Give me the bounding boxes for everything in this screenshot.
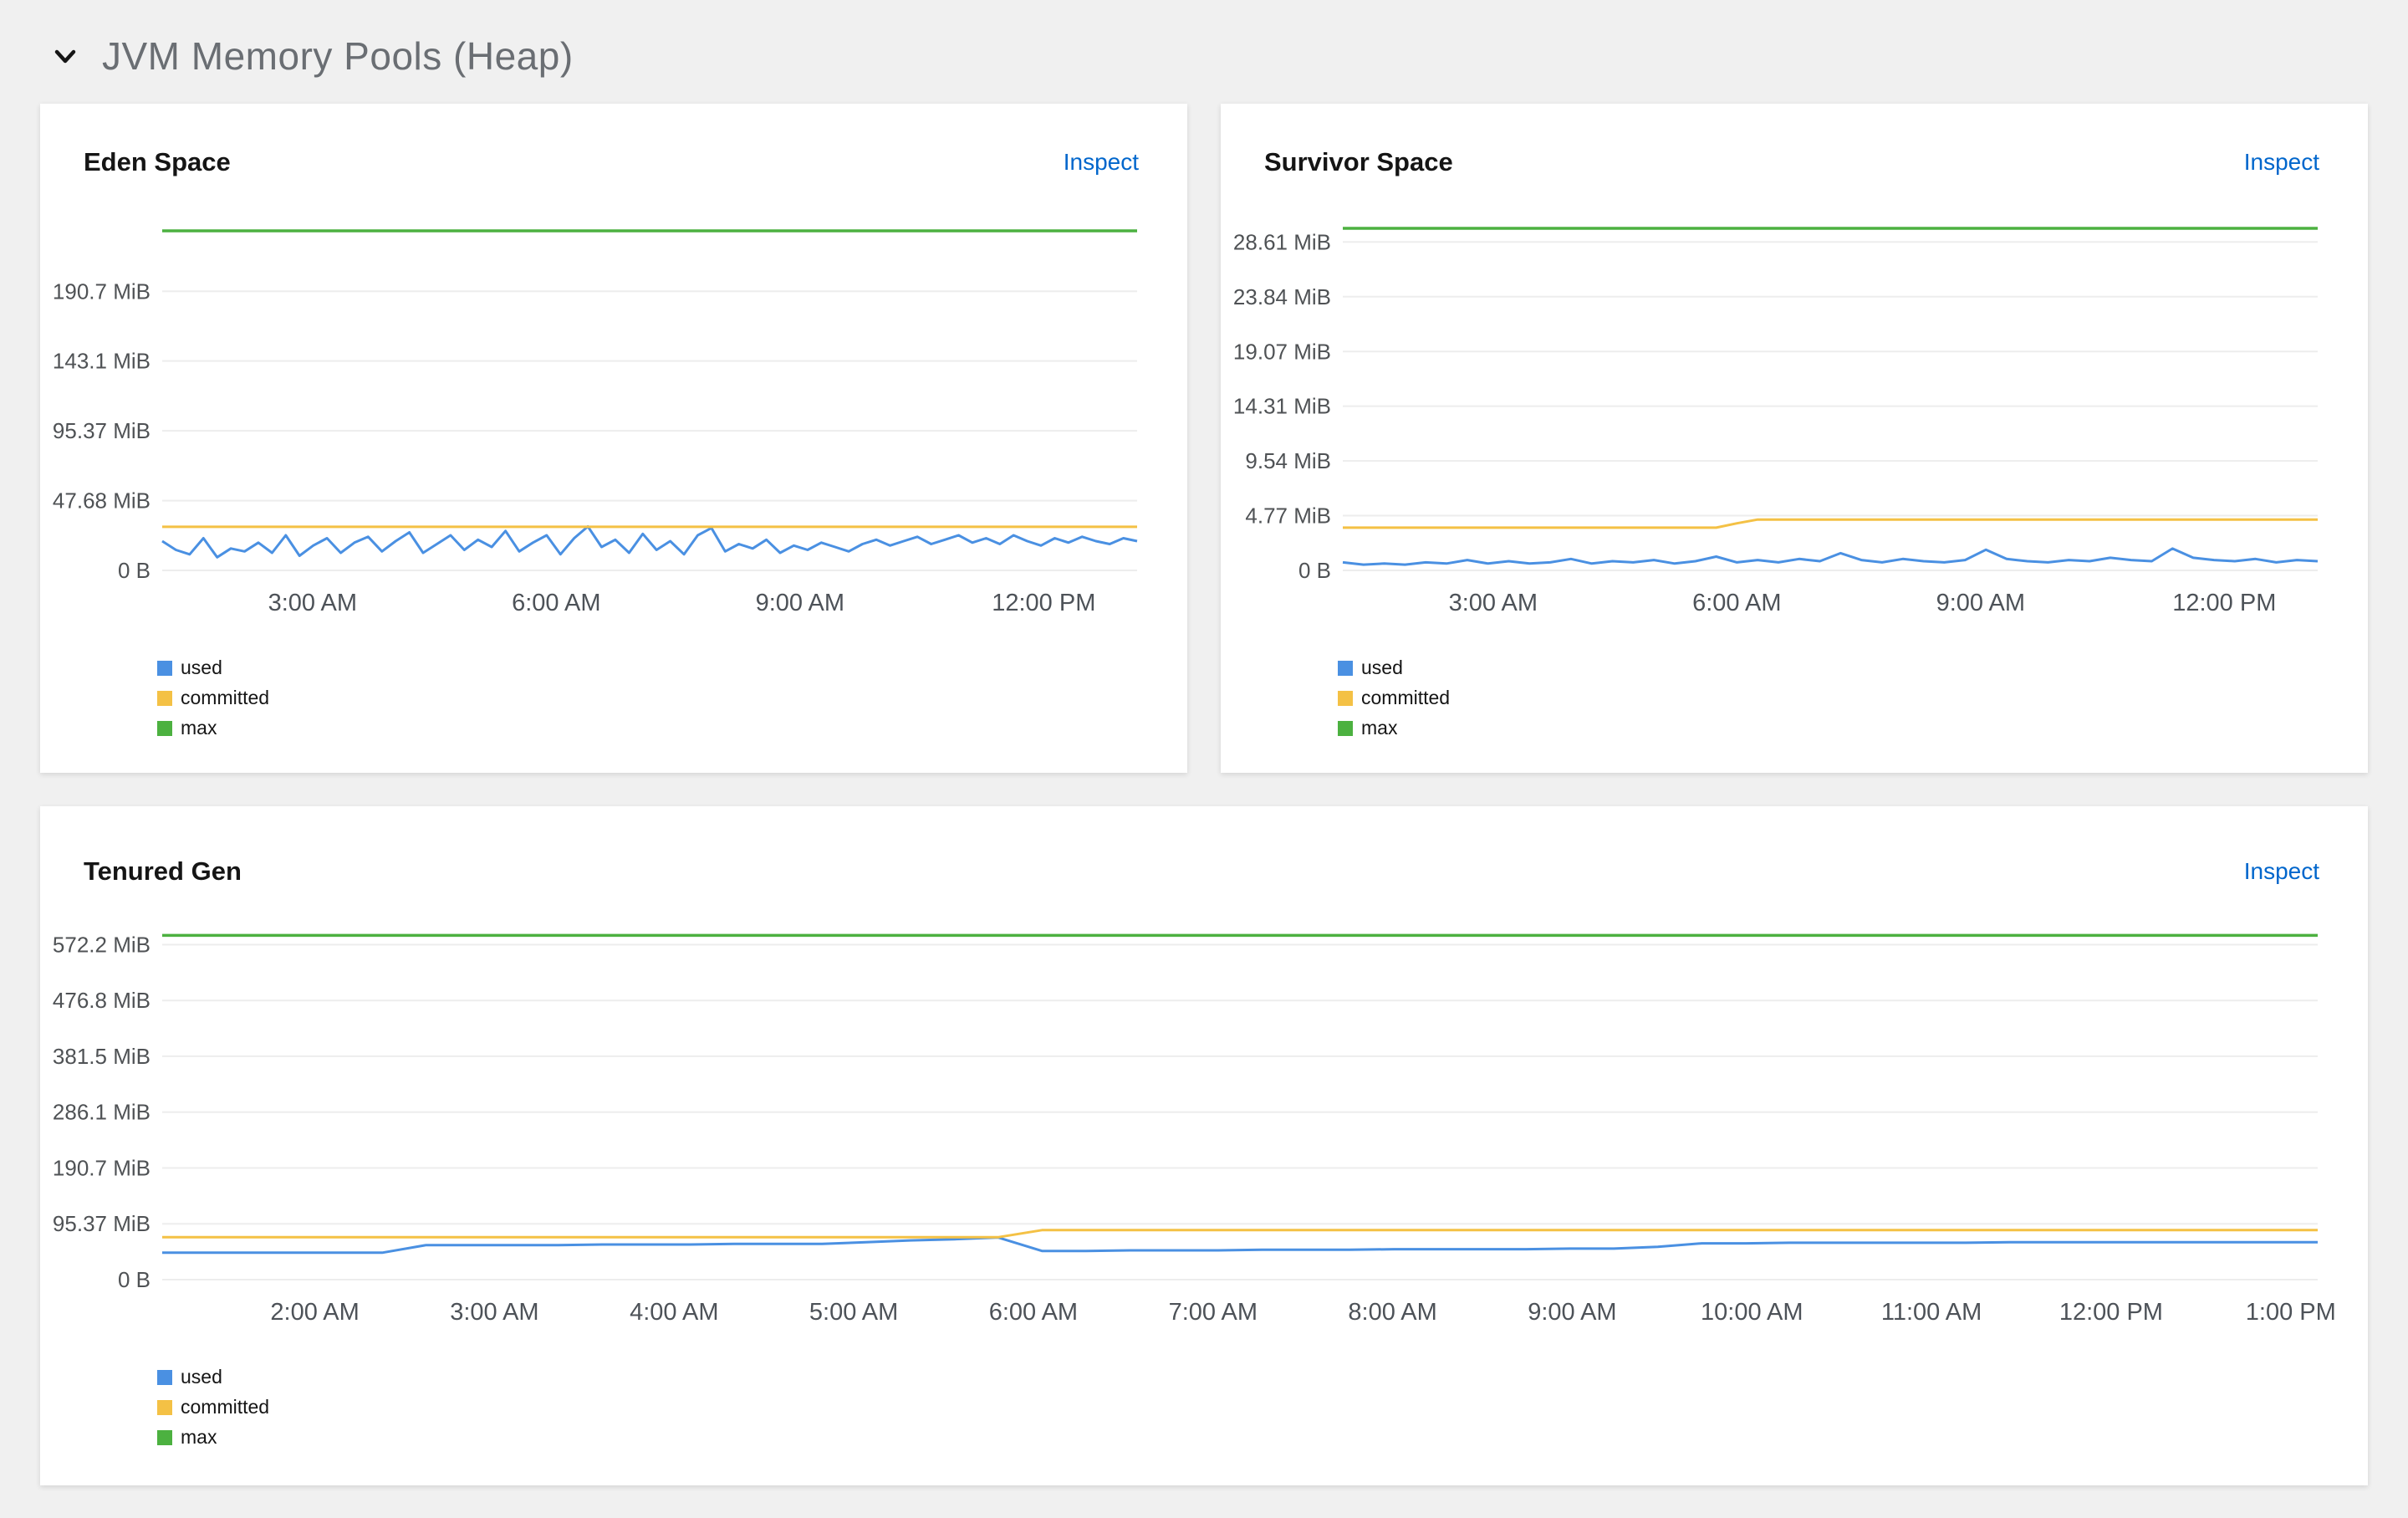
svg-text:12:00 PM: 12:00 PM bbox=[2059, 1299, 2163, 1326]
svg-text:9:00 AM: 9:00 AM bbox=[1528, 1299, 1616, 1326]
used-legend-swatch bbox=[157, 1369, 172, 1385]
used-series-line bbox=[1342, 547, 2319, 566]
legend-item-used[interactable]: used bbox=[157, 1366, 2368, 1388]
svg-text:23.84 MiB: 23.84 MiB bbox=[1233, 284, 1331, 309]
legend-item-used[interactable]: used bbox=[157, 657, 1187, 679]
max-legend-swatch bbox=[1338, 720, 1353, 736]
used-series-line bbox=[162, 1236, 2318, 1255]
chart-legend: used committed max bbox=[1338, 657, 2368, 739]
inspect-link[interactable]: Inspect bbox=[2244, 149, 2319, 176]
committed-legend-swatch bbox=[157, 1399, 172, 1415]
section-title: JVM Memory Pools (Heap) bbox=[102, 34, 574, 78]
svg-text:143.1 MiB: 143.1 MiB bbox=[53, 349, 150, 374]
svg-text:95.37 MiB: 95.37 MiB bbox=[53, 1211, 150, 1236]
panel-title: Tenured Gen bbox=[84, 856, 242, 886]
legend-label: committed bbox=[1361, 687, 1451, 708]
chevron-down-icon bbox=[54, 49, 76, 64]
legend-label: max bbox=[181, 1426, 217, 1448]
survivor-space-chart-svg: 0 B 4.77 MiB 9.54 MiB 14.31 MiB 19.07 MiB 23.… bbox=[1233, 227, 2319, 616]
svg-text:14.31 MiB: 14.31 MiB bbox=[1233, 394, 1331, 419]
legend-item-committed[interactable]: committed bbox=[157, 687, 1187, 709]
legend-item-max[interactable]: max bbox=[157, 717, 1187, 739]
legend-label: committed bbox=[181, 687, 270, 708]
max-legend-swatch bbox=[157, 1429, 172, 1445]
section-collapse-button[interactable] bbox=[48, 39, 82, 73]
svg-text:28.61 MiB: 28.61 MiB bbox=[1233, 229, 1331, 254]
svg-text:4.77 MiB: 4.77 MiB bbox=[1245, 503, 1331, 529]
survivor-space-panel: Survivor Space Inspect 0 B 4.77 MiB 9.54 M… bbox=[1221, 104, 2368, 773]
committed-series-line bbox=[162, 1229, 2318, 1239]
legend-label: used bbox=[181, 1366, 222, 1388]
chart-legend: used committed max bbox=[157, 657, 1187, 739]
svg-text:6:00 AM: 6:00 AM bbox=[512, 590, 600, 616]
svg-text:572.2 MiB: 572.2 MiB bbox=[53, 933, 150, 958]
chart-legend: used committed max bbox=[157, 1366, 2368, 1449]
svg-text:0 B: 0 B bbox=[118, 1267, 150, 1292]
committed-series-line bbox=[1343, 518, 2318, 529]
svg-text:12:00 PM: 12:00 PM bbox=[2172, 590, 2276, 616]
panel-title: Survivor Space bbox=[1264, 147, 1453, 176]
svg-text:6:00 AM: 6:00 AM bbox=[989, 1299, 1078, 1326]
legend-item-max[interactable]: max bbox=[1338, 717, 2368, 739]
section-header: JVM Memory Pools (Heap) bbox=[0, 0, 2408, 79]
svg-text:4:00 AM: 4:00 AM bbox=[630, 1299, 718, 1326]
tenured-gen-panel: Tenured Gen Inspect 0 B 95.37 MiB 190.7 Mi… bbox=[40, 806, 2368, 1485]
svg-text:12:00 PM: 12:00 PM bbox=[992, 590, 1095, 616]
legend-label: max bbox=[1361, 717, 1398, 739]
panel-header: Survivor Space Inspect bbox=[1221, 147, 2368, 177]
legend-item-committed[interactable]: committed bbox=[157, 1396, 2368, 1418]
svg-text:19.07 MiB: 19.07 MiB bbox=[1233, 339, 1331, 364]
svg-text:3:00 AM: 3:00 AM bbox=[450, 1299, 538, 1326]
panel-title: Eden Space bbox=[84, 147, 231, 176]
svg-text:95.37 MiB: 95.37 MiB bbox=[53, 418, 150, 443]
max-legend-swatch bbox=[157, 720, 172, 736]
top-panel-row: Eden Space Inspect 0 B 47.68 MiB 95.37 MiB… bbox=[40, 104, 2368, 773]
used-legend-swatch bbox=[157, 660, 172, 676]
svg-text:3:00 AM: 3:00 AM bbox=[268, 590, 357, 616]
used-legend-swatch bbox=[1338, 660, 1353, 676]
svg-text:381.5 MiB: 381.5 MiB bbox=[53, 1044, 150, 1069]
svg-text:9:00 AM: 9:00 AM bbox=[1936, 590, 2025, 616]
svg-text:6:00 AM: 6:00 AM bbox=[1692, 590, 1781, 616]
svg-text:190.7 MiB: 190.7 MiB bbox=[53, 279, 150, 304]
svg-text:9.54 MiB: 9.54 MiB bbox=[1245, 448, 1331, 473]
svg-text:3:00 AM: 3:00 AM bbox=[1449, 590, 1538, 616]
svg-text:1:00 PM: 1:00 PM bbox=[2246, 1299, 2336, 1326]
panel-header: Tenured Gen Inspect bbox=[40, 856, 2368, 887]
svg-text:190.7 MiB: 190.7 MiB bbox=[53, 1156, 150, 1181]
tenured-gen-chart-svg: 0 B 95.37 MiB 190.7 MiB 286.1 MiB 381.5 MiB 4… bbox=[53, 933, 2336, 1326]
svg-text:7:00 AM: 7:00 AM bbox=[1169, 1299, 1258, 1326]
eden-space-panel: Eden Space Inspect 0 B 47.68 MiB 95.37 MiB… bbox=[40, 104, 1187, 773]
svg-text:476.8 MiB: 476.8 MiB bbox=[53, 988, 150, 1013]
svg-text:2:00 AM: 2:00 AM bbox=[270, 1299, 359, 1326]
svg-text:11:00 AM: 11:00 AM bbox=[1881, 1299, 1982, 1326]
eden-space-chart-svg: 0 B 47.68 MiB 95.37 MiB 143.1 MiB 190.7 MiB 3… bbox=[53, 229, 1138, 616]
committed-legend-swatch bbox=[157, 690, 172, 706]
svg-text:10:00 AM: 10:00 AM bbox=[1701, 1299, 1803, 1326]
inspect-link[interactable]: Inspect bbox=[2244, 858, 2319, 885]
used-series-line bbox=[161, 525, 1138, 559]
survivor-space-chart: 0 B 4.77 MiB 9.54 MiB 14.31 MiB 19.07 MiB 23.… bbox=[1221, 206, 2368, 636]
legend-label: used bbox=[1361, 657, 1403, 678]
legend-item-used[interactable]: used bbox=[1338, 657, 2368, 679]
legend-label: committed bbox=[181, 1396, 270, 1418]
panel-header: Eden Space Inspect bbox=[40, 147, 1187, 177]
legend-item-committed[interactable]: committed bbox=[1338, 687, 2368, 709]
svg-text:0 B: 0 B bbox=[1298, 558, 1331, 583]
legend-item-max[interactable]: max bbox=[157, 1426, 2368, 1449]
legend-label: used bbox=[181, 657, 222, 678]
svg-text:9:00 AM: 9:00 AM bbox=[756, 590, 844, 616]
svg-text:286.1 MiB: 286.1 MiB bbox=[53, 1100, 150, 1125]
tenured-gen-chart: 0 B 95.37 MiB 190.7 MiB 286.1 MiB 381.5 MiB 4… bbox=[40, 915, 2368, 1346]
legend-label: max bbox=[181, 717, 217, 739]
svg-text:47.68 MiB: 47.68 MiB bbox=[53, 488, 150, 514]
eden-space-chart: 0 B 47.68 MiB 95.37 MiB 143.1 MiB 190.7 MiB 3… bbox=[40, 206, 1187, 636]
svg-text:8:00 AM: 8:00 AM bbox=[1348, 1299, 1436, 1326]
committed-legend-swatch bbox=[1338, 690, 1353, 706]
svg-text:5:00 AM: 5:00 AM bbox=[809, 1299, 898, 1326]
svg-text:0 B: 0 B bbox=[118, 558, 150, 583]
inspect-link[interactable]: Inspect bbox=[1064, 149, 1139, 176]
